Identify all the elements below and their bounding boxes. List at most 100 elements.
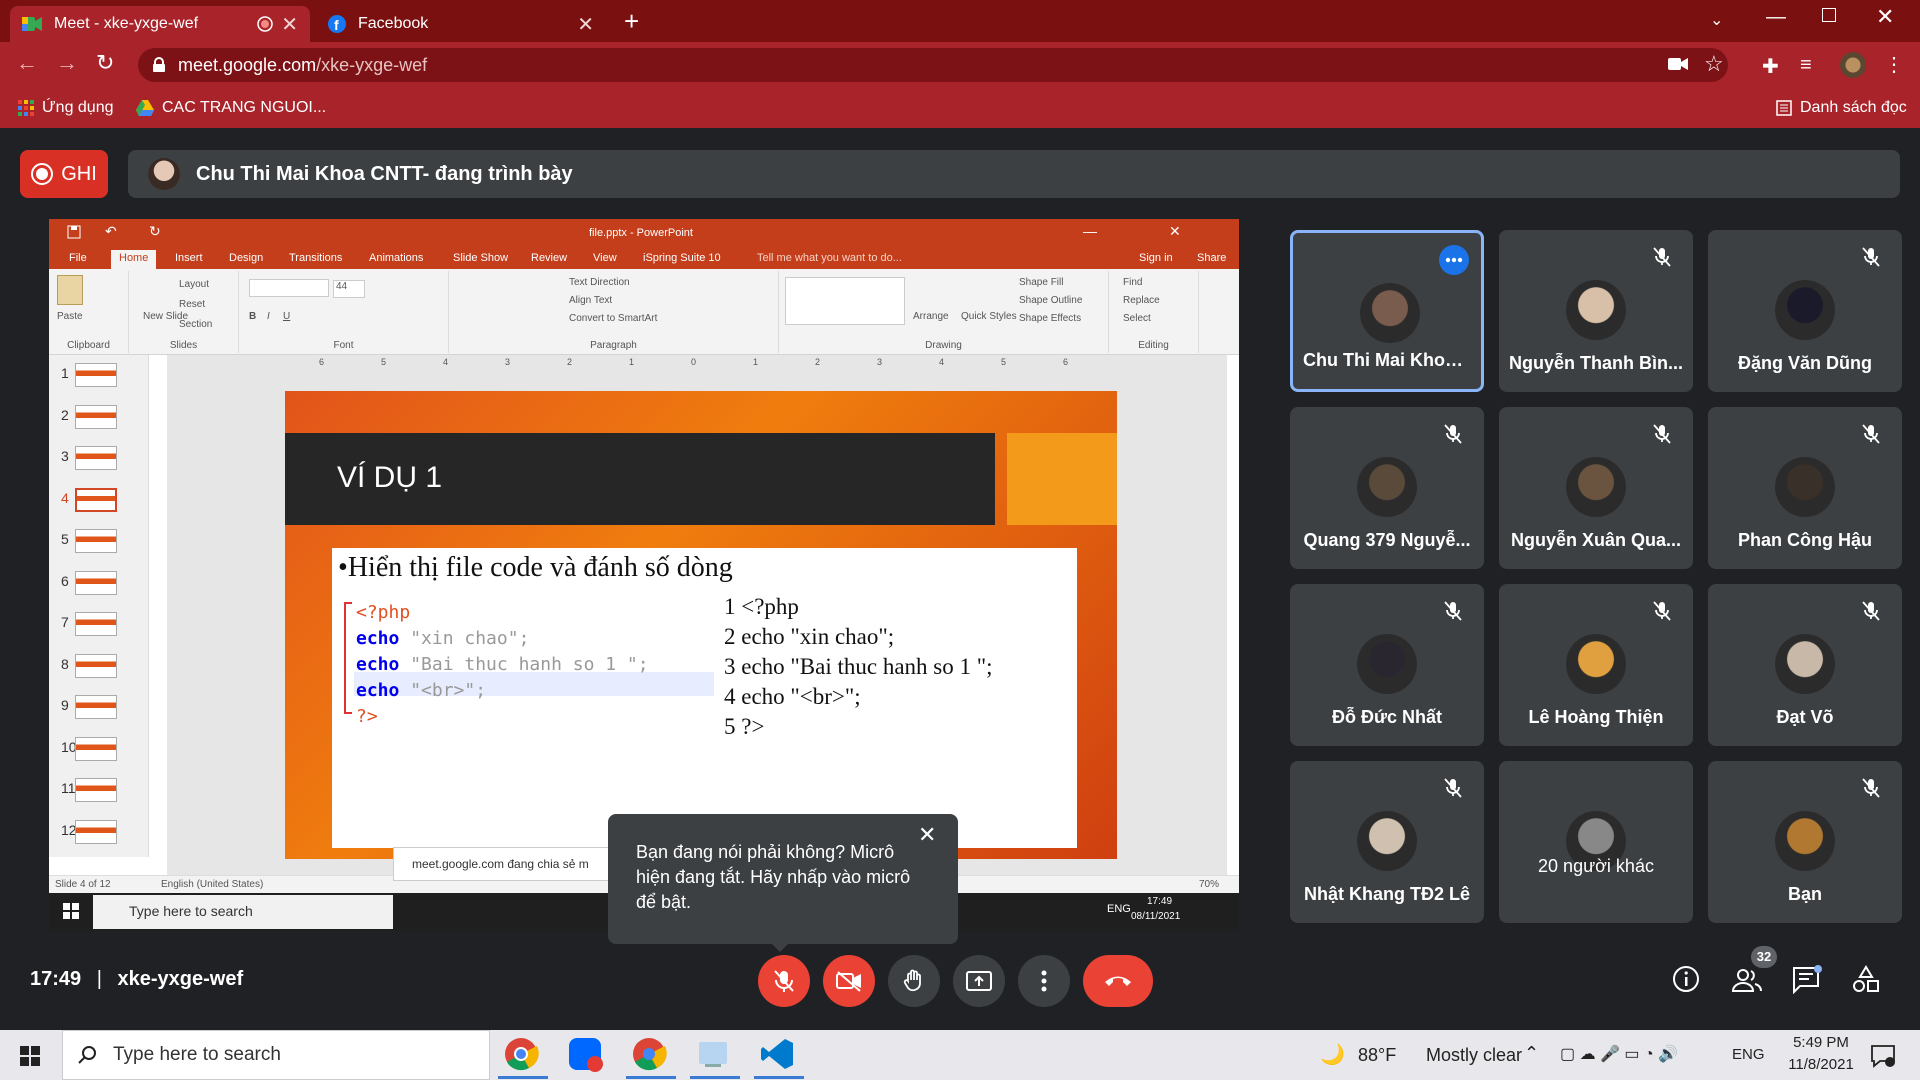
recording-button[interactable]: GHI (20, 150, 108, 198)
slide-thumbnail[interactable] (75, 778, 117, 802)
pp-tab-file[interactable]: File (61, 250, 95, 269)
reset-button[interactable]: Reset (179, 299, 205, 310)
pp-tab-review[interactable]: Review (523, 250, 575, 269)
shape-outline-button[interactable]: Shape Outline (1019, 295, 1082, 306)
pp-minimize-icon[interactable]: — (1083, 223, 1097, 239)
close-window-icon[interactable]: ✕ (1876, 4, 1894, 30)
participant-tile[interactable]: 20 người khác (1499, 761, 1693, 923)
slide-thumbnail[interactable] (75, 446, 117, 470)
tab-close-icon[interactable]: ✕ (281, 12, 298, 37)
leave-call-button[interactable] (1083, 955, 1153, 1007)
text-direction-button[interactable]: Text Direction (569, 277, 630, 288)
bold-icon[interactable]: B (249, 311, 256, 322)
people-button[interactable]: 32 (1731, 946, 1777, 998)
vscode-taskbar-icon[interactable] (759, 1036, 799, 1076)
slide-thumbnail[interactable] (75, 404, 117, 429)
underline-icon[interactable]: U (283, 311, 290, 322)
powerpoint-taskbar-icon[interactable] (695, 1036, 735, 1076)
media-control-icon[interactable]: ≡ (1800, 54, 1812, 77)
chrome-taskbar-icon[interactable] (503, 1036, 543, 1076)
font-size-input[interactable]: 44 (333, 280, 365, 298)
tab-close-icon[interactable]: ✕ (577, 12, 594, 37)
weather-description[interactable]: Mostly clear (1426, 1045, 1522, 1066)
chat-button[interactable] (1791, 964, 1825, 998)
pp-tab-animations[interactable]: Animations (361, 250, 431, 269)
zalo-taskbar-icon[interactable] (567, 1036, 607, 1076)
reload-icon[interactable]: ↻ (96, 50, 114, 76)
tab-search-icon[interactable]: ⌄ (1710, 10, 1723, 30)
slide-thumbnail[interactable] (75, 529, 117, 553)
more-options-button[interactable] (1018, 955, 1070, 1007)
pp-share[interactable]: Share (1189, 250, 1234, 269)
bookmark-item[interactable]: CAC TRANG NGUOI... (136, 96, 326, 120)
extensions-icon[interactable]: ✚ (1762, 54, 1779, 79)
chrome-profile-taskbar-icon[interactable] (631, 1036, 671, 1076)
slide-thumbnail[interactable] (75, 736, 117, 761)
replace-button[interactable]: Replace (1123, 295, 1160, 306)
present-button[interactable] (953, 955, 1005, 1007)
arrange-button[interactable]: Arrange (913, 311, 949, 322)
activities-button[interactable] (1851, 964, 1885, 998)
profile-avatar[interactable] (1840, 52, 1866, 78)
pp-tab-design[interactable]: Design (221, 250, 271, 269)
zoom-level[interactable]: 70% (1199, 879, 1219, 890)
camera-blocked-icon[interactable] (1668, 56, 1688, 72)
taskbar-date[interactable]: 11/8/2021 (1778, 1056, 1864, 1073)
notification-icon[interactable] (1870, 1044, 1896, 1068)
italic-icon[interactable]: I (267, 311, 270, 322)
participant-tile[interactable]: Nhật Khang TĐ2 Lê (1290, 761, 1484, 923)
section-button[interactable]: Section (179, 319, 212, 330)
shapes-gallery[interactable] (785, 277, 905, 325)
tab-meet[interactable]: Meet - xke-yxge-wef ✕ (10, 6, 310, 42)
mic-toggle-button[interactable] (758, 955, 810, 1007)
slide-thumbnail[interactable] (75, 653, 117, 678)
chrome-menu-icon[interactable]: ⋮ (1884, 52, 1904, 77)
quick-styles-button[interactable]: Quick Styles (961, 311, 1017, 322)
tooltip-close-icon[interactable]: ✕ (918, 822, 936, 848)
camera-toggle-button[interactable] (823, 955, 875, 1007)
find-button[interactable]: Find (1123, 277, 1142, 288)
participant-tile[interactable]: Đặng Văn Dũng (1708, 230, 1902, 392)
weather-temperature[interactable]: 88°F (1358, 1045, 1396, 1066)
participant-tile[interactable]: Phan Công Hậu (1708, 407, 1902, 569)
reading-list-button[interactable]: Danh sách đọc (1776, 96, 1907, 120)
pp-tab-insert[interactable]: Insert (167, 250, 211, 269)
slide-thumbnail[interactable] (75, 363, 117, 387)
select-button[interactable]: Select (1123, 313, 1151, 324)
participant-tile[interactable]: Đạt Võ (1708, 584, 1902, 746)
redo-icon[interactable]: ↻ (149, 223, 161, 240)
minimize-icon[interactable]: — (1766, 6, 1786, 29)
pp-tab-home[interactable]: Home (111, 250, 157, 269)
save-icon[interactable] (67, 225, 81, 239)
slide-thumbnail[interactable] (75, 570, 117, 595)
slide-thumbnail[interactable] (75, 695, 117, 719)
tray-chevron-icon[interactable]: ⌃ (1524, 1043, 1539, 1064)
participant-tile[interactable]: Bạn (1708, 761, 1902, 923)
slide-thumbnail[interactable] (75, 612, 117, 636)
restore-icon[interactable] (1822, 8, 1836, 22)
back-icon[interactable]: ← (16, 50, 38, 76)
pp-close-icon[interactable]: ✕ (1169, 223, 1181, 240)
align-text-button[interactable]: Align Text (569, 295, 612, 306)
taskbar-time[interactable]: 5:49 PM (1786, 1034, 1856, 1051)
pp-tab-transitions[interactable]: Transitions (281, 250, 350, 269)
pp-sign-in[interactable]: Sign in (1131, 250, 1181, 269)
bookmark-apps[interactable]: Ứng dụng (18, 96, 114, 120)
more-options-icon[interactable] (1439, 245, 1469, 275)
participant-tile[interactable]: Quang 379 Nguyễ... (1290, 407, 1484, 569)
undo-icon[interactable]: ↶ (105, 223, 117, 240)
participant-tile[interactable]: Nguyễn Thanh Bìn... (1499, 230, 1693, 392)
slide-thumbnail[interactable] (75, 819, 117, 844)
participant-tile[interactable]: Nguyễn Xuân Qua... (1499, 407, 1693, 569)
shape-fill-button[interactable]: Shape Fill (1019, 277, 1063, 288)
slide-thumbnail[interactable] (75, 487, 117, 512)
participant-tile[interactable]: Đỗ Đức Nhất (1290, 584, 1484, 746)
address-bar[interactable]: meet.google.com/xke-yxge-wef ☆ (138, 48, 1728, 82)
layout-button[interactable]: Layout (179, 279, 209, 290)
pp-tab-slideshow[interactable]: Slide Show (445, 250, 516, 269)
meeting-details-button[interactable] (1671, 964, 1705, 998)
convert-smartart-button[interactable]: Convert to SmartArt (569, 313, 657, 324)
font-name-input[interactable] (249, 279, 329, 297)
participant-tile[interactable]: Lê Hoàng Thiện (1499, 584, 1693, 746)
start-icon[interactable] (20, 1046, 40, 1066)
